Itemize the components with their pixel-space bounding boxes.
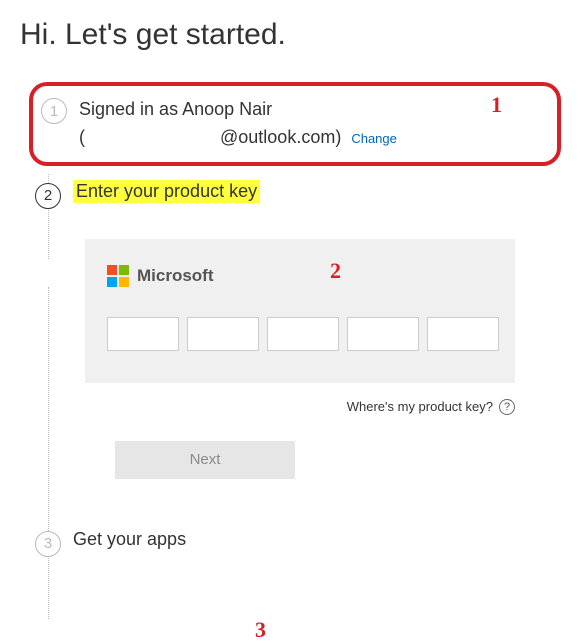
connector-line [48,287,49,619]
microsoft-label: Microsoft [137,266,214,286]
product-key-segment-3[interactable] [267,317,339,351]
signed-in-line: Signed in as Anoop Nair [79,96,543,124]
step-3: 3 Get your apps [35,529,561,557]
next-button[interactable]: Next [115,441,295,479]
email-domain: @outlook.com) [85,127,341,147]
step-number-2: 2 [35,183,61,209]
product-key-segment-4[interactable] [347,317,419,351]
steps-container: 1 1 Signed in as Anoop Nair (@outlook.co… [35,82,561,557]
page-title: Hi. Let's get started. [20,18,561,52]
step2-content: Enter your product key [73,181,561,202]
product-key-segment-5[interactable] [427,317,499,351]
annotation-3: 3 [255,617,266,643]
step1-content: Signed in as Anoop Nair (@outlook.com) C… [79,96,543,152]
product-key-segment-2[interactable] [187,317,259,351]
signed-in-prefix: Signed in as [79,99,182,119]
step1-annotation-box: 1 1 Signed in as Anoop Nair (@outlook.co… [29,82,561,166]
step3-title: Get your apps [73,529,561,550]
wheres-key-link[interactable]: Where's my product key? [347,399,493,414]
wheres-key-row: Where's my product key? ? [85,399,515,415]
step-2: 2 Enter your product key [35,181,561,209]
email-line: (@outlook.com) Change [79,124,543,152]
product-key-segment-1[interactable] [107,317,179,351]
microsoft-brand: Microsoft [107,265,493,287]
product-key-inputs [107,317,493,351]
product-key-card: Microsoft [85,239,515,383]
annotation-2: 2 [330,258,341,284]
change-account-link[interactable]: Change [351,129,397,149]
microsoft-logo-icon [107,265,129,287]
user-name: Anoop Nair [182,99,272,119]
step-number-3: 3 [35,531,61,557]
step2-title: Enter your product key [73,180,260,203]
step-number-1: 1 [41,98,67,124]
help-icon[interactable]: ? [499,399,515,415]
step-1: 1 Signed in as Anoop Nair (@outlook.com)… [41,96,543,152]
